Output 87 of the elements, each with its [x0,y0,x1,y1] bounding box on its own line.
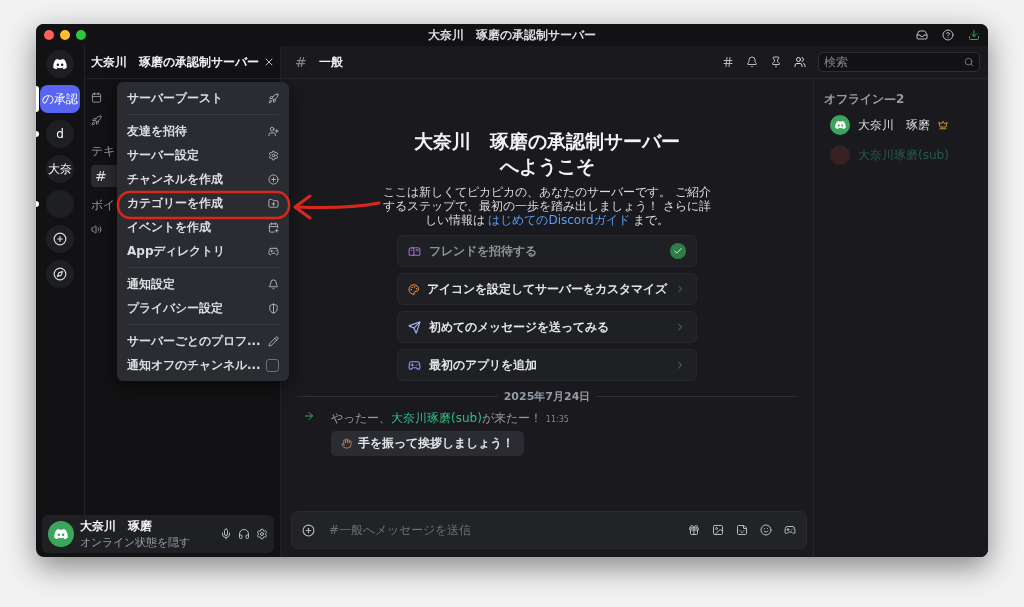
gamepad-icon [268,245,279,257]
user-name: 大奈川 琢磨 [80,518,153,535]
folder-plus-icon [268,197,279,209]
menu-item[interactable]: イベントを作成 [123,215,283,239]
plus-circle-icon[interactable] [302,523,315,537]
user-plus-icon [268,125,279,137]
checkbox[interactable] [266,358,279,372]
channel-symbol: # [295,54,307,70]
setup-card[interactable]: 最初のアプリを追加 [397,349,697,381]
rocket-icon[interactable] [91,114,102,126]
settings-icon[interactable] [256,528,268,540]
discord-logo-icon [53,58,67,70]
settings-icon [268,149,279,161]
menu-item[interactable]: 通知設定 [123,272,283,296]
discover-button[interactable] [46,260,74,288]
user-link[interactable]: 大奈川琢磨(sub) [391,411,482,425]
setup-card[interactable]: アイコンを設定してサーバーをカスタマイズ [397,273,697,305]
menu-item[interactable]: カテゴリーを作成 [123,191,283,215]
zoom-window-button[interactable] [76,30,86,40]
compass-icon [53,267,67,281]
gamepad-icon[interactable] [784,524,796,536]
user-avatar[interactable] [48,521,74,547]
date-divider: 2025年7月24日 [503,389,591,404]
guide-link[interactable]: はじめてのDiscordガイド [488,213,630,227]
speaker-icon[interactable] [91,223,102,235]
calendar-icon[interactable] [91,91,102,103]
server-name[interactable]: 大奈川 琢磨の承認制サーバー [91,53,259,71]
search-icon [964,57,974,67]
paper-plane-icon [408,320,421,334]
download-icon[interactable] [968,29,980,41]
message-input[interactable]: #一般へメッセージを送信 [327,522,676,538]
message-time: 11:35 [545,415,569,424]
add-server-button[interactable] [46,225,74,253]
bell-icon [268,278,279,290]
home-button[interactable] [46,50,74,78]
pencil-icon [268,335,279,347]
wave-button[interactable]: 手を振って挨拶しましょう！ [331,431,524,456]
member-item[interactable]: 大奈川 琢磨 [824,112,978,138]
channel-name: 一般 [318,53,343,71]
members-icon[interactable] [794,56,806,68]
arrow-right-icon [303,410,315,422]
category-label[interactable]: テキ [91,142,115,160]
welcome-title: 大奈川 琢磨の承認制サーバーへようこそ [413,129,681,179]
member-avatar [830,145,850,165]
setup-card[interactable]: 初めてのメッセージを送ってみる [397,311,697,343]
calendar-plus-icon [268,221,279,233]
close-icon[interactable] [263,56,275,68]
user-status: オンライン状態を隠す [80,535,191,550]
join-message: やったー、大奈川琢磨(sub)が来たー！ [331,410,542,427]
menu-item[interactable]: 友達を招待 [123,119,283,143]
window-title: 大奈川 琢磨の承認制サーバー [428,26,596,44]
shield-icon [268,302,279,314]
message-composer[interactable]: #一般へメッセージを送信 [291,511,807,549]
hand-icon [341,438,352,449]
pin-icon[interactable] [770,56,782,68]
menu-item[interactable]: Appディレクトリ [123,239,283,263]
inbox-icon[interactable] [916,29,928,41]
gamepad-icon [408,358,421,372]
welcome-description: ここは新しくてピカピカの、あなたのサーバーです。 ご紹介するステップで、最初の一歩を踏み出しましょう！ さらに詳しい情報は はじめてのDiscordガイド まで。 [382,185,712,227]
server-icon[interactable]: の承認 [40,85,80,113]
sticker-icon[interactable] [736,524,748,536]
close-window-button[interactable] [44,30,54,40]
plus-circle-icon [53,232,67,246]
discord-logo-icon [834,120,846,130]
rocket-icon [268,92,279,104]
minimize-window-button[interactable] [60,30,70,40]
emoji-icon[interactable] [760,524,772,536]
help-icon[interactable] [942,29,954,41]
member-group-heading: オフライン—2 [824,91,906,108]
menu-item[interactable]: プライバシー設定 [123,296,283,320]
headphones-icon[interactable] [238,528,250,540]
gift-icon[interactable] [688,524,700,536]
server-icon[interactable]: d [46,120,74,148]
palette-icon [408,282,420,296]
bell-icon[interactable] [746,56,758,68]
category-label[interactable]: ボイ [91,196,115,214]
search-field[interactable]: 検索 [818,52,980,72]
menu-item[interactable]: 通知オフのチャンネル... [123,353,283,377]
plus-circle-icon [268,173,279,185]
server-icon[interactable]: 大奈 [46,155,74,183]
menu-item[interactable]: サーバーごとのプロフ... [123,329,283,353]
setup-card[interactable]: フレンドを招待する [397,235,697,267]
menu-item[interactable]: チャンネルを作成 [123,167,283,191]
microphone-icon[interactable] [220,528,232,540]
discord-logo-icon [54,528,68,540]
menu-item[interactable]: サーバー設定 [123,143,283,167]
menu-item[interactable]: サーバーブースト [123,86,283,110]
